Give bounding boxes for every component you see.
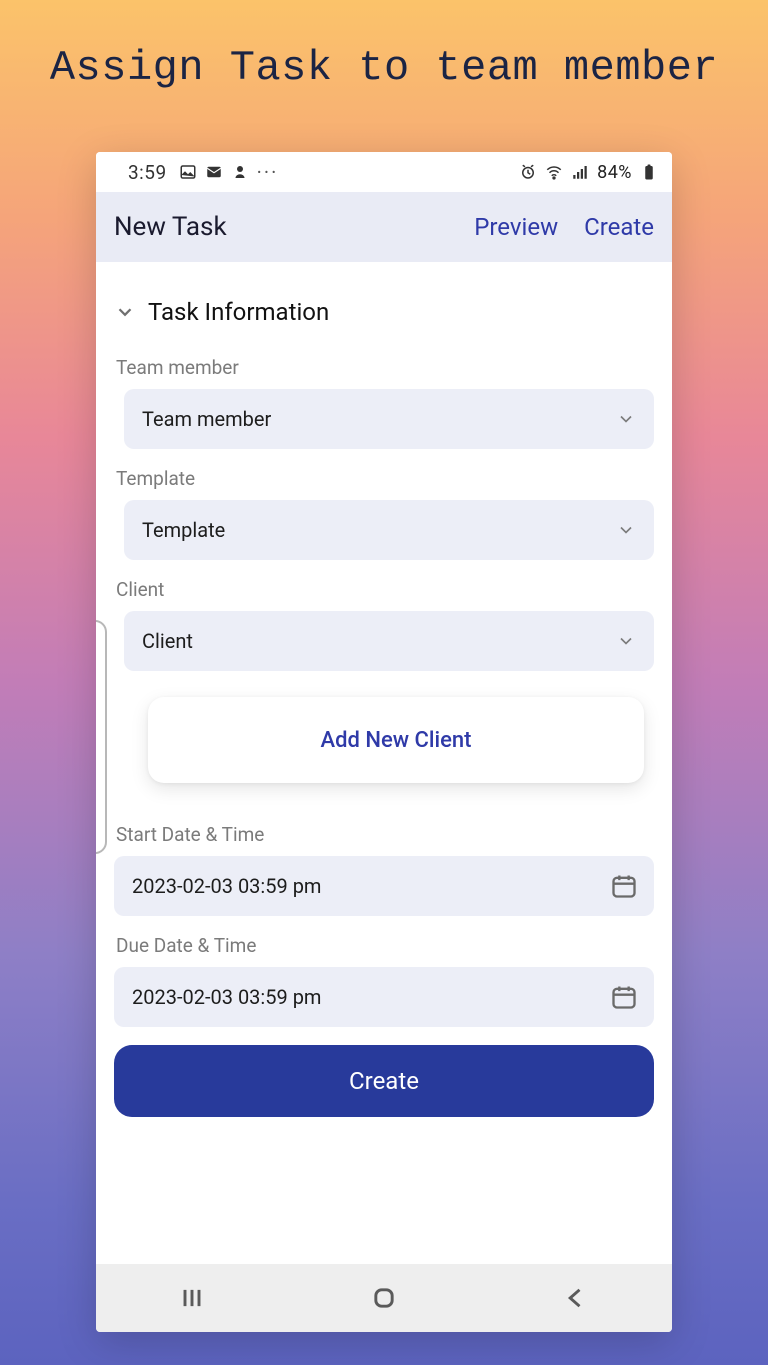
- android-navbar: [96, 1264, 672, 1332]
- app-icon: [231, 163, 249, 181]
- create-button-label: Create: [349, 1067, 419, 1095]
- side-handle[interactable]: [96, 620, 107, 854]
- client-value: Client: [142, 629, 616, 653]
- chevron-down-icon: [616, 409, 636, 429]
- phone-frame: 3:59 ··· 84%: [96, 152, 672, 1332]
- wifi-icon: [545, 163, 563, 181]
- team-member-value: Team member: [142, 407, 616, 431]
- chevron-down-icon: [114, 301, 136, 323]
- due-date-input[interactable]: 2023-02-03 03:59 pm: [114, 967, 654, 1027]
- mail-icon: [205, 163, 223, 181]
- alarm-icon: [519, 163, 537, 181]
- battery-percent: 84%: [597, 162, 632, 183]
- client-label: Client: [114, 578, 654, 601]
- calendar-icon: [610, 983, 638, 1011]
- team-member-label: Team member: [114, 356, 654, 379]
- calendar-icon: [610, 872, 638, 900]
- more-icon: ···: [257, 160, 279, 184]
- app-header: New Task Preview Create: [96, 192, 672, 262]
- nav-home-button[interactable]: [364, 1278, 404, 1318]
- template-value: Template: [142, 518, 616, 542]
- form-body: Task Information Team member Team member…: [96, 262, 672, 1264]
- section-title: Task Information: [148, 298, 329, 326]
- signal-icon: [571, 163, 589, 181]
- template-label: Template: [114, 467, 654, 490]
- battery-icon: [640, 163, 658, 181]
- add-new-client-button[interactable]: Add New Client: [148, 697, 644, 783]
- nav-recent-button[interactable]: [172, 1278, 212, 1318]
- page-title: Assign Task to team member: [0, 0, 768, 92]
- start-date-value: 2023-02-03 03:59 pm: [132, 874, 610, 898]
- create-button[interactable]: Create: [114, 1045, 654, 1117]
- start-date-label: Start Date & Time: [114, 823, 654, 846]
- section-header[interactable]: Task Information: [114, 280, 654, 356]
- status-time: 3:59: [128, 161, 167, 184]
- nav-back-button[interactable]: [556, 1278, 596, 1318]
- add-new-client-label: Add New Client: [321, 728, 472, 753]
- create-header-button[interactable]: Create: [584, 213, 654, 241]
- team-member-select[interactable]: Team member: [124, 389, 654, 449]
- due-date-value: 2023-02-03 03:59 pm: [132, 985, 610, 1009]
- screen-title: New Task: [114, 212, 448, 242]
- image-icon: [179, 163, 197, 181]
- start-date-input[interactable]: 2023-02-03 03:59 pm: [114, 856, 654, 916]
- template-select[interactable]: Template: [124, 500, 654, 560]
- status-bar: 3:59 ··· 84%: [96, 152, 672, 192]
- client-select[interactable]: Client: [124, 611, 654, 671]
- due-date-label: Due Date & Time: [114, 934, 654, 957]
- chevron-down-icon: [616, 631, 636, 651]
- chevron-down-icon: [616, 520, 636, 540]
- preview-button[interactable]: Preview: [474, 213, 558, 241]
